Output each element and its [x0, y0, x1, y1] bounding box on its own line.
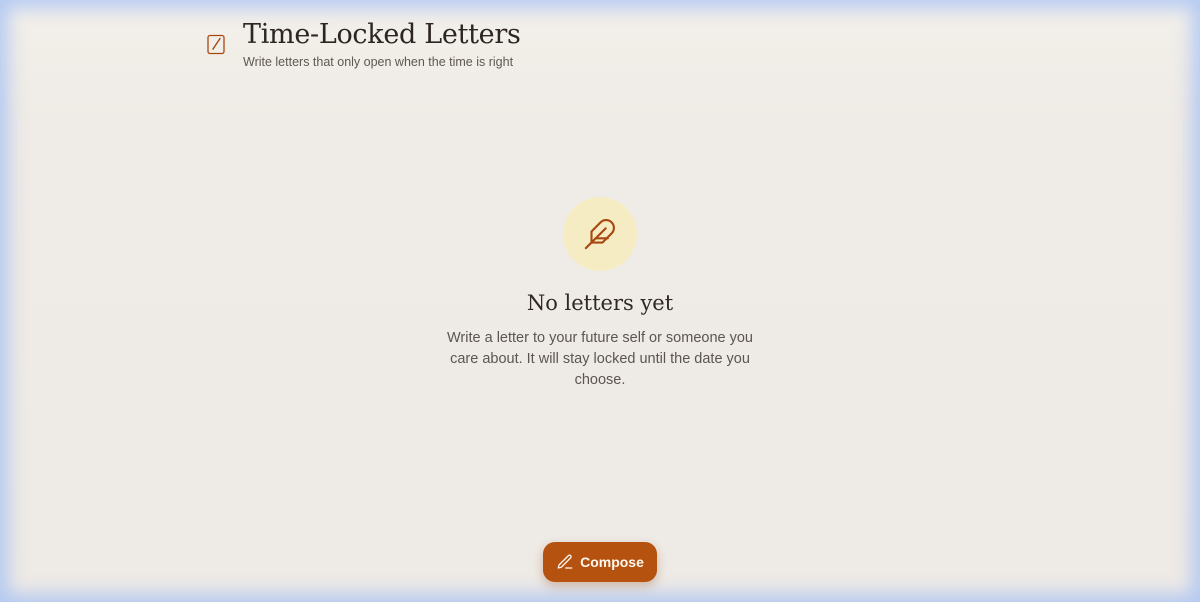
app-subtitle: Write letters that only open when the ti…: [243, 55, 514, 69]
compose-button[interactable]: Compose: [543, 542, 657, 582]
app-title: Time-Locked Letters: [243, 19, 521, 50]
feather-icon: [584, 219, 615, 250]
empty-state-title: No letters yet: [526, 291, 674, 315]
title-block: Time-Locked Letters Write letters that o…: [243, 18, 521, 69]
empty-state-message: Write a letter to your future self or so…: [447, 330, 753, 388]
feather-icon-badge: [563, 197, 637, 271]
pencil-icon: [557, 554, 573, 569]
compose-button-label: Compose: [580, 554, 644, 570]
empty-state: No letters yet Write a letter to your fu…: [0, 197, 1200, 391]
app-header: Time-Locked Letters Write letters that o…: [207, 18, 521, 69]
letter-pencil-icon: [207, 34, 225, 55]
